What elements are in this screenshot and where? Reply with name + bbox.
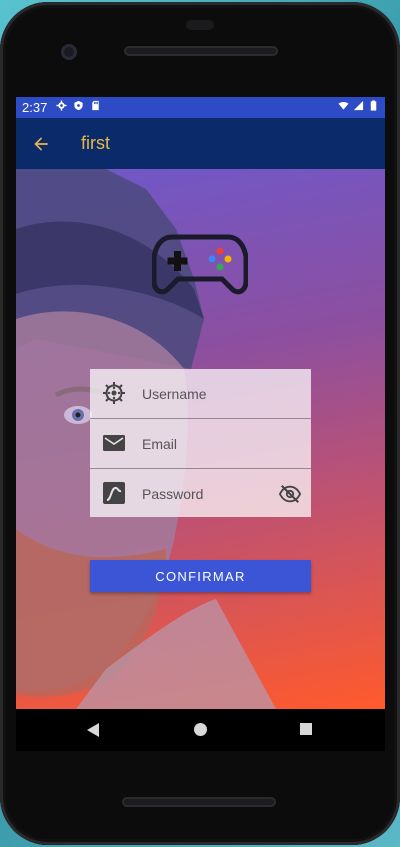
- confirm-button[interactable]: CONFIRMAR: [90, 560, 311, 592]
- earpiece: [186, 20, 214, 30]
- shield-icon: [74, 100, 83, 111]
- username-field-row: [90, 369, 311, 419]
- app-bar-title: first: [81, 133, 110, 153]
- password-input[interactable]: [142, 469, 270, 518]
- back-button[interactable]: [28, 131, 54, 157]
- nav-back-icon[interactable]: [86, 722, 100, 738]
- password-field-row: [90, 469, 311, 518]
- username-input[interactable]: [142, 369, 270, 418]
- nav-recents-icon[interactable]: [300, 723, 312, 735]
- login-form: [90, 369, 311, 518]
- login-content: CONFIRMAR: [16, 169, 385, 709]
- settings-gear-icon: [103, 382, 125, 404]
- top-speaker: [124, 46, 278, 56]
- battery-icon: [370, 100, 377, 111]
- email-field-row: [90, 419, 311, 469]
- phone-screen: 2:37 first Username Email CONFIRMAR: [16, 97, 385, 751]
- visibility-off-icon[interactable]: [279, 483, 301, 505]
- phone-frame: 2:37 first Username Email CONFIRMAR: [0, 2, 400, 845]
- gamepad-icon: [152, 234, 248, 295]
- status-icons-right: [338, 100, 379, 111]
- mail-icon: [103, 435, 125, 451]
- sd-card-icon: [92, 100, 99, 111]
- bottom-speaker: [122, 797, 276, 807]
- desktop-background: 2:37 first Username Email CONFIRMAR: [0, 0, 400, 847]
- app-bar: first: [16, 118, 385, 169]
- arrow-back-icon: [34, 137, 48, 151]
- status-icons-left: [56, 100, 101, 111]
- system-nav-bar: [16, 709, 385, 751]
- status-bar: 2:37: [16, 97, 385, 118]
- email-input[interactable]: [142, 419, 270, 468]
- signal-icon: [353, 100, 364, 111]
- signature-icon: [103, 482, 125, 504]
- wifi-icon: [338, 101, 349, 110]
- settings-icon: [56, 100, 67, 111]
- front-camera: [61, 44, 77, 60]
- status-time: 2:37: [22, 100, 48, 115]
- nav-home-icon[interactable]: [194, 723, 207, 736]
